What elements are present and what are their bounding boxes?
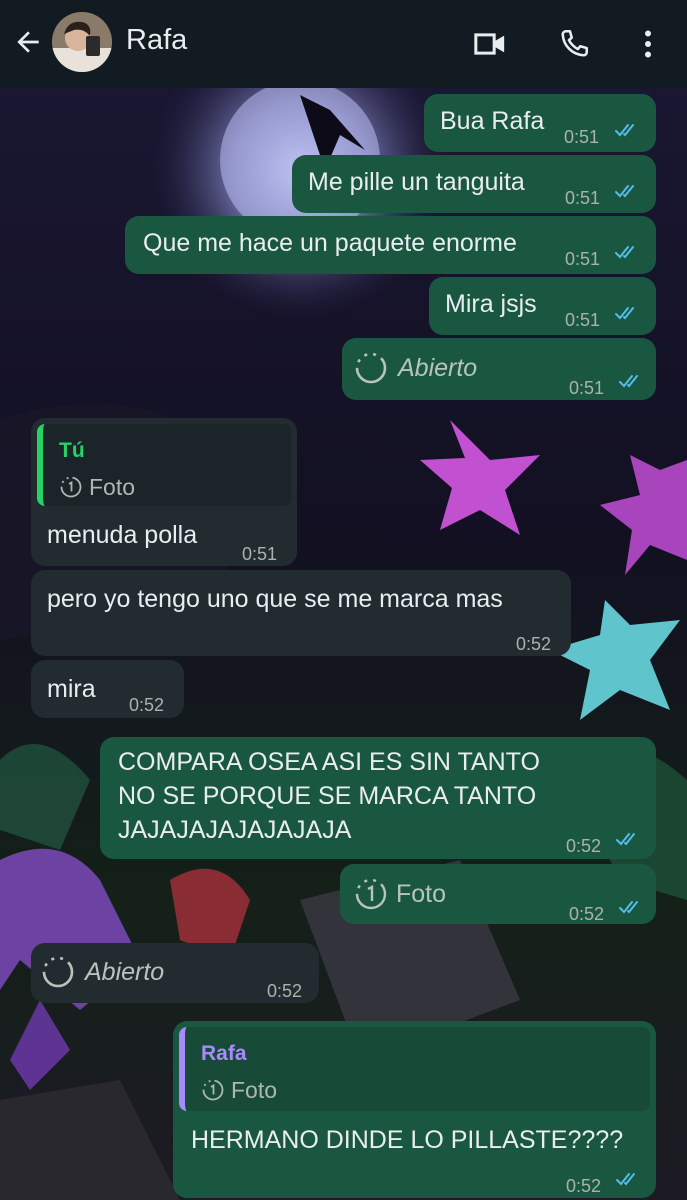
message-bubble-incoming[interactable]: Tú Foto menuda polla 0:51: [31, 418, 297, 566]
message-bubble-outgoing[interactable]: Me pille un tanguita 0:51: [292, 155, 656, 213]
message-text: Me pille un tanguita: [308, 168, 525, 196]
chat-header: Rafa: [0, 0, 687, 88]
message-bubble-outgoing[interactable]: Que me hace un paquete enorme 0:51: [125, 216, 656, 274]
message-time: 0:51: [565, 188, 601, 208]
view-once-icon: [202, 1079, 224, 1101]
contact-photo: [52, 12, 112, 72]
view-once-message-outgoing[interactable]: Foto 0:52: [340, 864, 656, 924]
quote-author: Rafa: [201, 1042, 247, 1065]
message-bubble-outgoing[interactable]: Mira jsjs 0:51: [429, 277, 656, 335]
view-once-icon: [355, 878, 387, 910]
view-once-opened-icon: [42, 956, 74, 988]
message-time: 0:52: [129, 695, 165, 715]
message-time: 0:52: [569, 904, 605, 924]
view-once-icon: [60, 476, 82, 498]
avatar[interactable]: [52, 12, 112, 72]
read-ticks-icon: [615, 246, 634, 258]
view-once-message-outgoing[interactable]: Abierto 0:51: [342, 338, 656, 400]
message-text: menuda polla: [47, 521, 198, 549]
message-text: Mira jsjs: [445, 290, 537, 318]
quote-text: Foto: [231, 1077, 278, 1103]
message-time: 0:52: [267, 981, 303, 1001]
read-ticks-icon: [619, 375, 638, 387]
more-options-icon: [645, 30, 651, 58]
read-ticks-icon: [616, 833, 635, 845]
view-once-label: Foto: [396, 880, 447, 908]
message-time: 0:52: [566, 1176, 602, 1196]
back-button[interactable]: [10, 24, 46, 60]
video-call-icon: [474, 33, 505, 55]
back-arrow-icon: [17, 31, 39, 53]
phone-call-icon: [561, 29, 589, 57]
quote-text: Foto: [89, 474, 136, 500]
message-bubble-incoming[interactable]: pero yo tengo uno que se me marca mas 0:…: [31, 570, 571, 656]
contact-name[interactable]: Rafa: [126, 24, 187, 57]
quoted-message[interactable]: Rafa Foto: [179, 1027, 650, 1111]
view-once-opened-icon: [355, 352, 387, 384]
message-time: 0:51: [565, 249, 601, 269]
message-time: 0:51: [565, 310, 601, 330]
message-bubble-outgoing[interactable]: Bua Rafa 0:51: [424, 94, 656, 152]
read-ticks-icon: [615, 185, 634, 197]
view-once-status: Abierto: [398, 354, 478, 382]
view-once-message-incoming[interactable]: Abierto 0:52: [31, 943, 319, 1003]
message-time: 0:51: [242, 544, 278, 564]
message-time: 0:52: [516, 634, 552, 654]
read-ticks-icon: [615, 307, 634, 319]
message-time: 0:52: [566, 836, 602, 856]
read-ticks-icon: [616, 1173, 635, 1185]
quote-author: Tú: [59, 439, 85, 462]
message-text: HERMANO DINDE LO PILLASTE????: [191, 1126, 624, 1154]
read-ticks-icon: [619, 901, 638, 913]
message-text: Bua Rafa: [440, 107, 545, 135]
view-once-status: Abierto: [85, 958, 165, 986]
message-text: COMPARA OSEA ASI ES SIN TANTO NO SE PORQ…: [118, 748, 540, 844]
message-text: mira: [47, 675, 96, 703]
video-call-button[interactable]: [468, 22, 512, 66]
quoted-message[interactable]: Tú Foto: [37, 424, 291, 506]
message-bubble-outgoing[interactable]: COMPARA OSEA ASI ES SIN TANTO NO SE PORQ…: [100, 737, 656, 859]
message-bubble-incoming[interactable]: mira 0:52: [31, 660, 184, 718]
read-ticks-icon: [615, 124, 634, 136]
more-options-button[interactable]: [626, 22, 670, 66]
message-text: pero yo tengo uno que se me marca mas: [47, 585, 503, 613]
message-time: 0:51: [569, 378, 605, 398]
message-bubble-outgoing[interactable]: Rafa Foto HERMANO DINDE LO PILLASTE???? …: [173, 1021, 656, 1198]
voice-call-button[interactable]: [552, 22, 596, 66]
message-time: 0:51: [564, 127, 600, 147]
message-text: Que me hace un paquete enorme: [143, 229, 517, 257]
